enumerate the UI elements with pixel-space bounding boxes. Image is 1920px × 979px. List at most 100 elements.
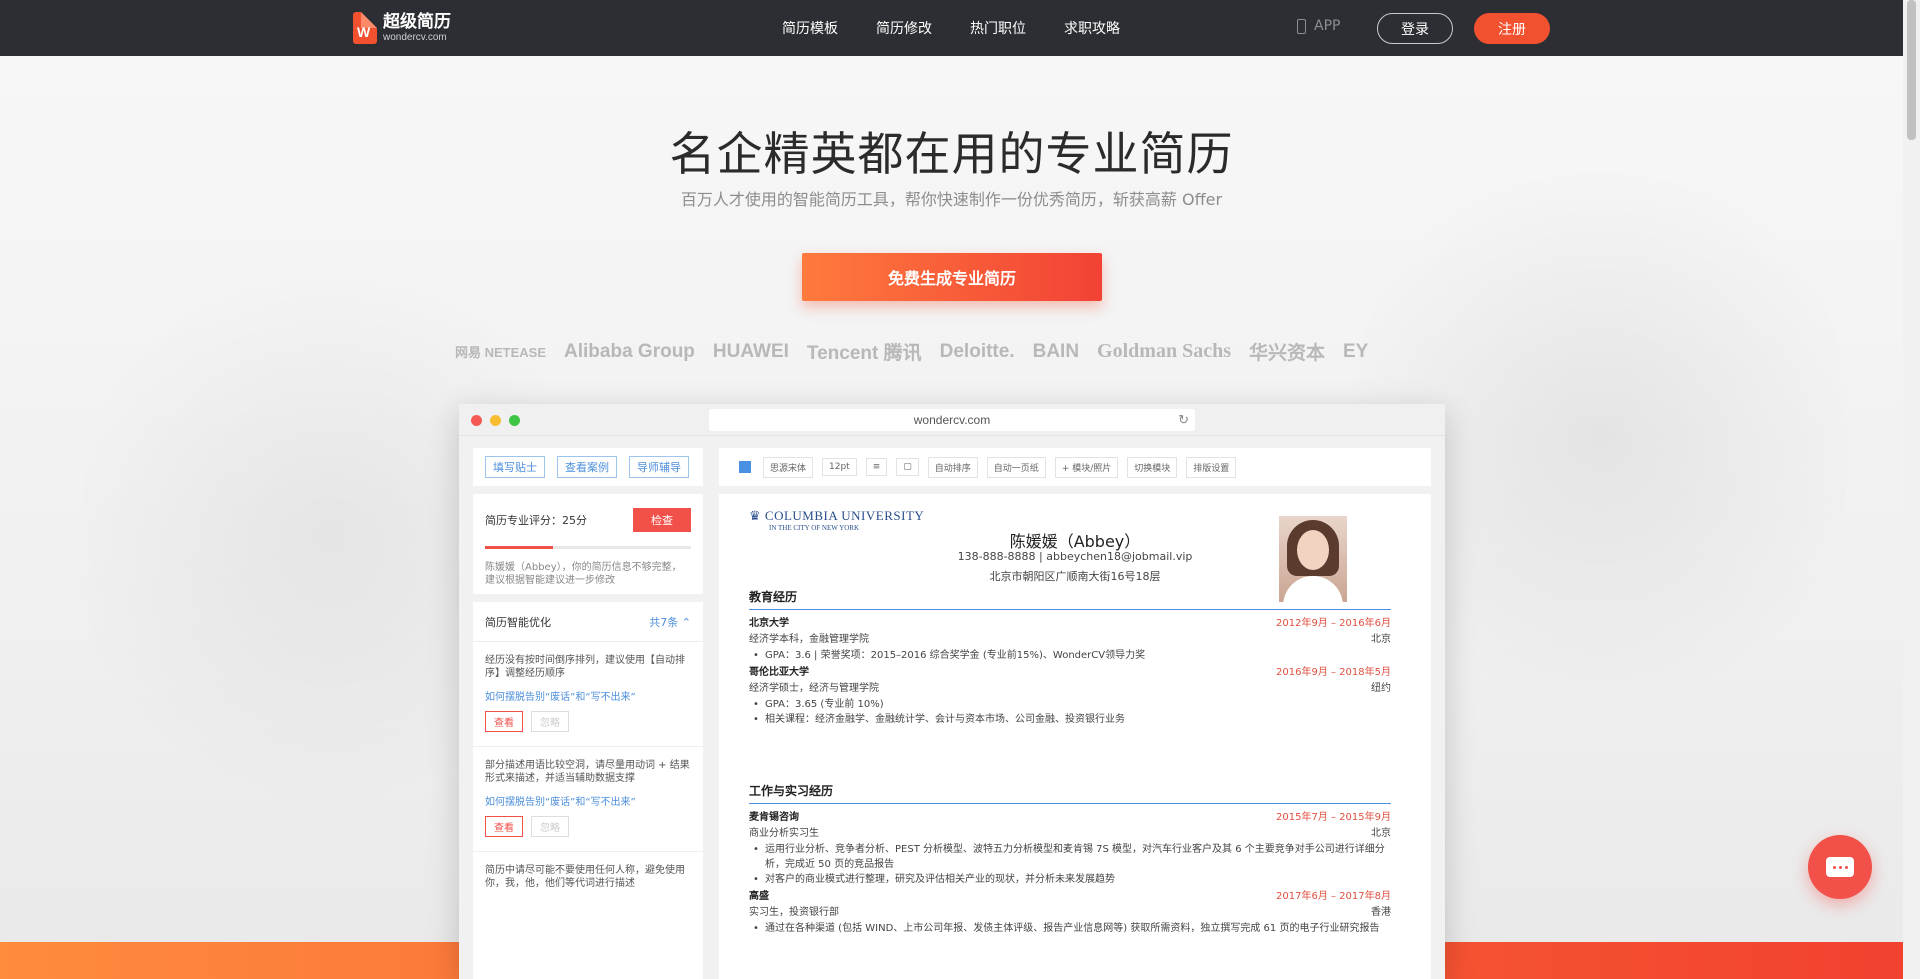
switch-module-button[interactable]: 切换模块 <box>1127 456 1178 478</box>
entry-date: 2016年9月 – 2018年5月 <box>1276 667 1391 678</box>
view-button[interactable]: 查看 <box>485 816 523 837</box>
browser-titlebar: wondercv.com ↻ <box>459 404 1445 436</box>
reload-icon: ↻ <box>1178 412 1189 427</box>
hero-title: 名企精英都在用的专业简历 <box>669 127 1234 181</box>
logo-text-en: wondercv.com <box>383 32 447 43</box>
check-button[interactable]: 检查 <box>633 508 691 532</box>
corp-logo-tencent: Tencent 腾讯 <box>806 343 922 364</box>
score-progress <box>485 546 691 549</box>
product-preview-window: wondercv.com ↻ 填写贴士 查看案例 导师辅导 简历专业评分：25分… <box>459 404 1445 979</box>
logo-icon <box>353 12 377 44</box>
entry-bullet: 运用行业分析、竞争者分析、PEST 分析模型、波特五力分析模型和麦肯锡 7S 模… <box>749 842 1391 872</box>
score-card: 简历专业评分：25分 检查 陈媛媛（Abbey），你的简历信息不够完整，建议根据… <box>473 494 703 594</box>
nav-links: 简历模板 简历修改 热门职位 求职攻略 <box>782 0 1158 56</box>
font-size-select[interactable]: 12pt <box>822 458 857 476</box>
list-item: 简历中请尽可能不要使用任何人称，避免使用你，我，他，他们等代词进行描述 <box>473 852 703 904</box>
entry-loc: 北京 <box>1371 634 1391 645</box>
resume-document: ♛ COLUMBIA UNIVERSITY IN THE CITY OF NEW… <box>719 494 1431 979</box>
entry-bullet: GPA：3.6 | 荣誉奖项：2015–2016 综合奖学金 (专业前15%)、… <box>749 648 1391 663</box>
entry-org: 北京大学 <box>749 618 789 629</box>
nav-link-resume-edit[interactable]: 简历修改 <box>876 18 932 38</box>
login-button[interactable]: 登录 <box>1377 13 1453 44</box>
corp-logo-alibaba: Alibaba Group <box>564 340 695 362</box>
layout-settings-button[interactable]: 排版设置 <box>1186 456 1237 478</box>
phone-icon <box>1297 18 1306 34</box>
tab-examples[interactable]: 查看案例 <box>557 456 617 478</box>
optimization-panel: 简历智能优化 共7条 ⌃ 经历没有按时间倒序排列，建议使用【自动排序】调整经历顺… <box>473 602 703 979</box>
tab-tips[interactable]: 填写贴士 <box>485 456 545 478</box>
list-item: 经历没有按时间倒序排列，建议使用【自动排序】调整经历顺序 如何摆脱告别“废话”和… <box>473 642 703 747</box>
suggestion-text: 部分描述用语比较空洞，请尽量用动词 + 结果形式来描述，并适当辅助数据支撑 <box>485 760 690 784</box>
tab-mentor[interactable]: 导师辅导 <box>629 456 689 478</box>
nav-link-hot-jobs[interactable]: 热门职位 <box>970 18 1026 38</box>
entry-date: 2015年7月 – 2015年9月 <box>1276 812 1391 823</box>
app-link[interactable]: APP <box>1297 18 1340 34</box>
entry-org: 高盛 <box>749 891 769 902</box>
view-button[interactable]: 查看 <box>485 711 523 732</box>
work-section: 工作与实习经历 麦肯锡咨询 2015年7月 – 2015年9月 商业分析实习生 北京… <box>749 782 1391 936</box>
optimization-count[interactable]: 共7条 ⌃ <box>649 614 691 630</box>
chevron-up-icon: ⌃ <box>681 615 691 629</box>
suggestion-text: 经历没有按时间倒序排列，建议使用【自动排序】调整经历顺序 <box>485 655 685 679</box>
create-resume-button[interactable]: 免费生成专业简历 <box>802 253 1102 301</box>
score-note: 陈媛媛（Abbey），你的简历信息不够完整，建议根据智能建议进一步修改 <box>485 562 682 586</box>
entry-org: 麦肯锡咨询 <box>749 812 799 823</box>
entry-bullet: 通过在各种渠道 (包括 WIND、上市公司年报、发债主体评级、报告产业信息网等)… <box>749 921 1391 936</box>
url-bar: wondercv.com ↻ <box>709 409 1195 431</box>
top-nav: 超级简历 wondercv.com 简历模板 简历修改 热门职位 求职攻略 AP… <box>0 0 1903 56</box>
scrollbar-thumb[interactable] <box>1907 0 1916 140</box>
chat-icon <box>1826 857 1854 877</box>
entry-org: 哥伦比亚大学 <box>749 667 809 678</box>
corp-logo-bain: BAIN <box>1032 340 1080 362</box>
add-module-button[interactable]: + 模块/照片 <box>1054 456 1119 478</box>
optimization-title: 简历智能优化 <box>485 615 551 629</box>
entry-sub: 商业分析实习生 <box>749 828 819 839</box>
suggestion-text: 简历中请尽可能不要使用任何人称，避免使用你，我，他，他们等代词进行描述 <box>485 865 685 889</box>
entry-sub: 实习生，投资银行部 <box>749 907 839 918</box>
nav-link-templates[interactable]: 简历模板 <box>782 18 838 38</box>
one-page-button[interactable]: 自动一页纸 <box>986 456 1046 478</box>
suggestion-link[interactable]: 如何摆脱告别“废话”和“写不出来” <box>485 688 691 703</box>
maximize-dot-icon <box>509 415 520 426</box>
minimize-dot-icon <box>490 415 501 426</box>
logo-text-cn: 超级简历 <box>383 12 451 32</box>
suggestion-link[interactable]: 如何摆脱告别“废话”和“写不出来” <box>485 793 691 808</box>
url-text: wondercv.com <box>913 413 991 427</box>
format-toolbar: 思源宋体 12pt ≡ ▢ 自动排序 自动一页纸 + 模块/照片 切换模块 排版… <box>719 448 1431 486</box>
font-select[interactable]: 思源宋体 <box>763 456 814 478</box>
corp-logo-netease: 网易 NETEASE <box>455 345 547 360</box>
auto-sort-button[interactable]: 自动排序 <box>927 456 978 478</box>
helper-tabs: 填写贴士 查看案例 导师辅导 <box>473 448 703 486</box>
site-logo[interactable]: 超级简历 wondercv.com <box>353 12 451 44</box>
line-spacing-icon[interactable]: ≡ <box>865 458 888 476</box>
entry-sub: 经济学硕士，经济与管理学院 <box>749 683 879 694</box>
entry-bullet: 相关课程：经济金融学、金融统计学、会计与资本市场、公司金融、投资银行业务 <box>749 712 1391 727</box>
education-section: 教育经历 北京大学 2012年9月 – 2016年6月 经济学本科，金融管理学院 北… <box>749 588 1391 727</box>
corp-logo-goldman: Goldman Sachs <box>1097 340 1231 362</box>
entry-date: 2017年6月 – 2017年8月 <box>1276 891 1391 902</box>
editor-area: 填写贴士 查看案例 导师辅导 简历专业评分：25分 检查 陈媛媛（Abbey），… <box>459 436 1445 979</box>
theme-color-swatch[interactable] <box>739 461 751 473</box>
corp-logo-ey: EY <box>1343 340 1369 362</box>
hero-subtitle: 百万人才使用的智能简历工具，帮你快速制作一份优秀简历，斩获高薪 Offer <box>680 190 1223 209</box>
entry-bullet: GPA：3.65 (专业前 10%) <box>749 697 1391 712</box>
corporate-logos: 网易 NETEASE Alibaba Group HUAWEI Tencent … <box>455 338 1386 365</box>
entry-loc: 香港 <box>1371 907 1391 918</box>
register-button[interactable]: 注册 <box>1474 13 1550 44</box>
entry-date: 2012年9月 – 2016年6月 <box>1276 618 1391 629</box>
entry-loc: 北京 <box>1371 828 1391 839</box>
nav-link-job-guide[interactable]: 求职攻略 <box>1064 18 1120 38</box>
close-dot-icon <box>471 415 482 426</box>
entry-loc: 纽约 <box>1371 683 1391 694</box>
entry-bullet: 对客户的商业模式进行整理，研究及评估相关产业的现状，并分析未来发展趋势 <box>749 872 1391 887</box>
page-scrollbar[interactable] <box>1903 0 1920 979</box>
entry-sub: 经济学本科，金融管理学院 <box>749 634 869 645</box>
ignore-button[interactable]: 忽略 <box>531 711 569 732</box>
section-title: 工作与实习经历 <box>749 782 1391 804</box>
ignore-button[interactable]: 忽略 <box>531 816 569 837</box>
score-progress-fill <box>485 546 553 549</box>
corp-logo-huawei: HUAWEI <box>712 340 789 362</box>
score-label: 简历专业评分：25分 <box>485 514 587 527</box>
chat-button[interactable] <box>1808 835 1872 899</box>
page-icon[interactable]: ▢ <box>896 458 919 476</box>
